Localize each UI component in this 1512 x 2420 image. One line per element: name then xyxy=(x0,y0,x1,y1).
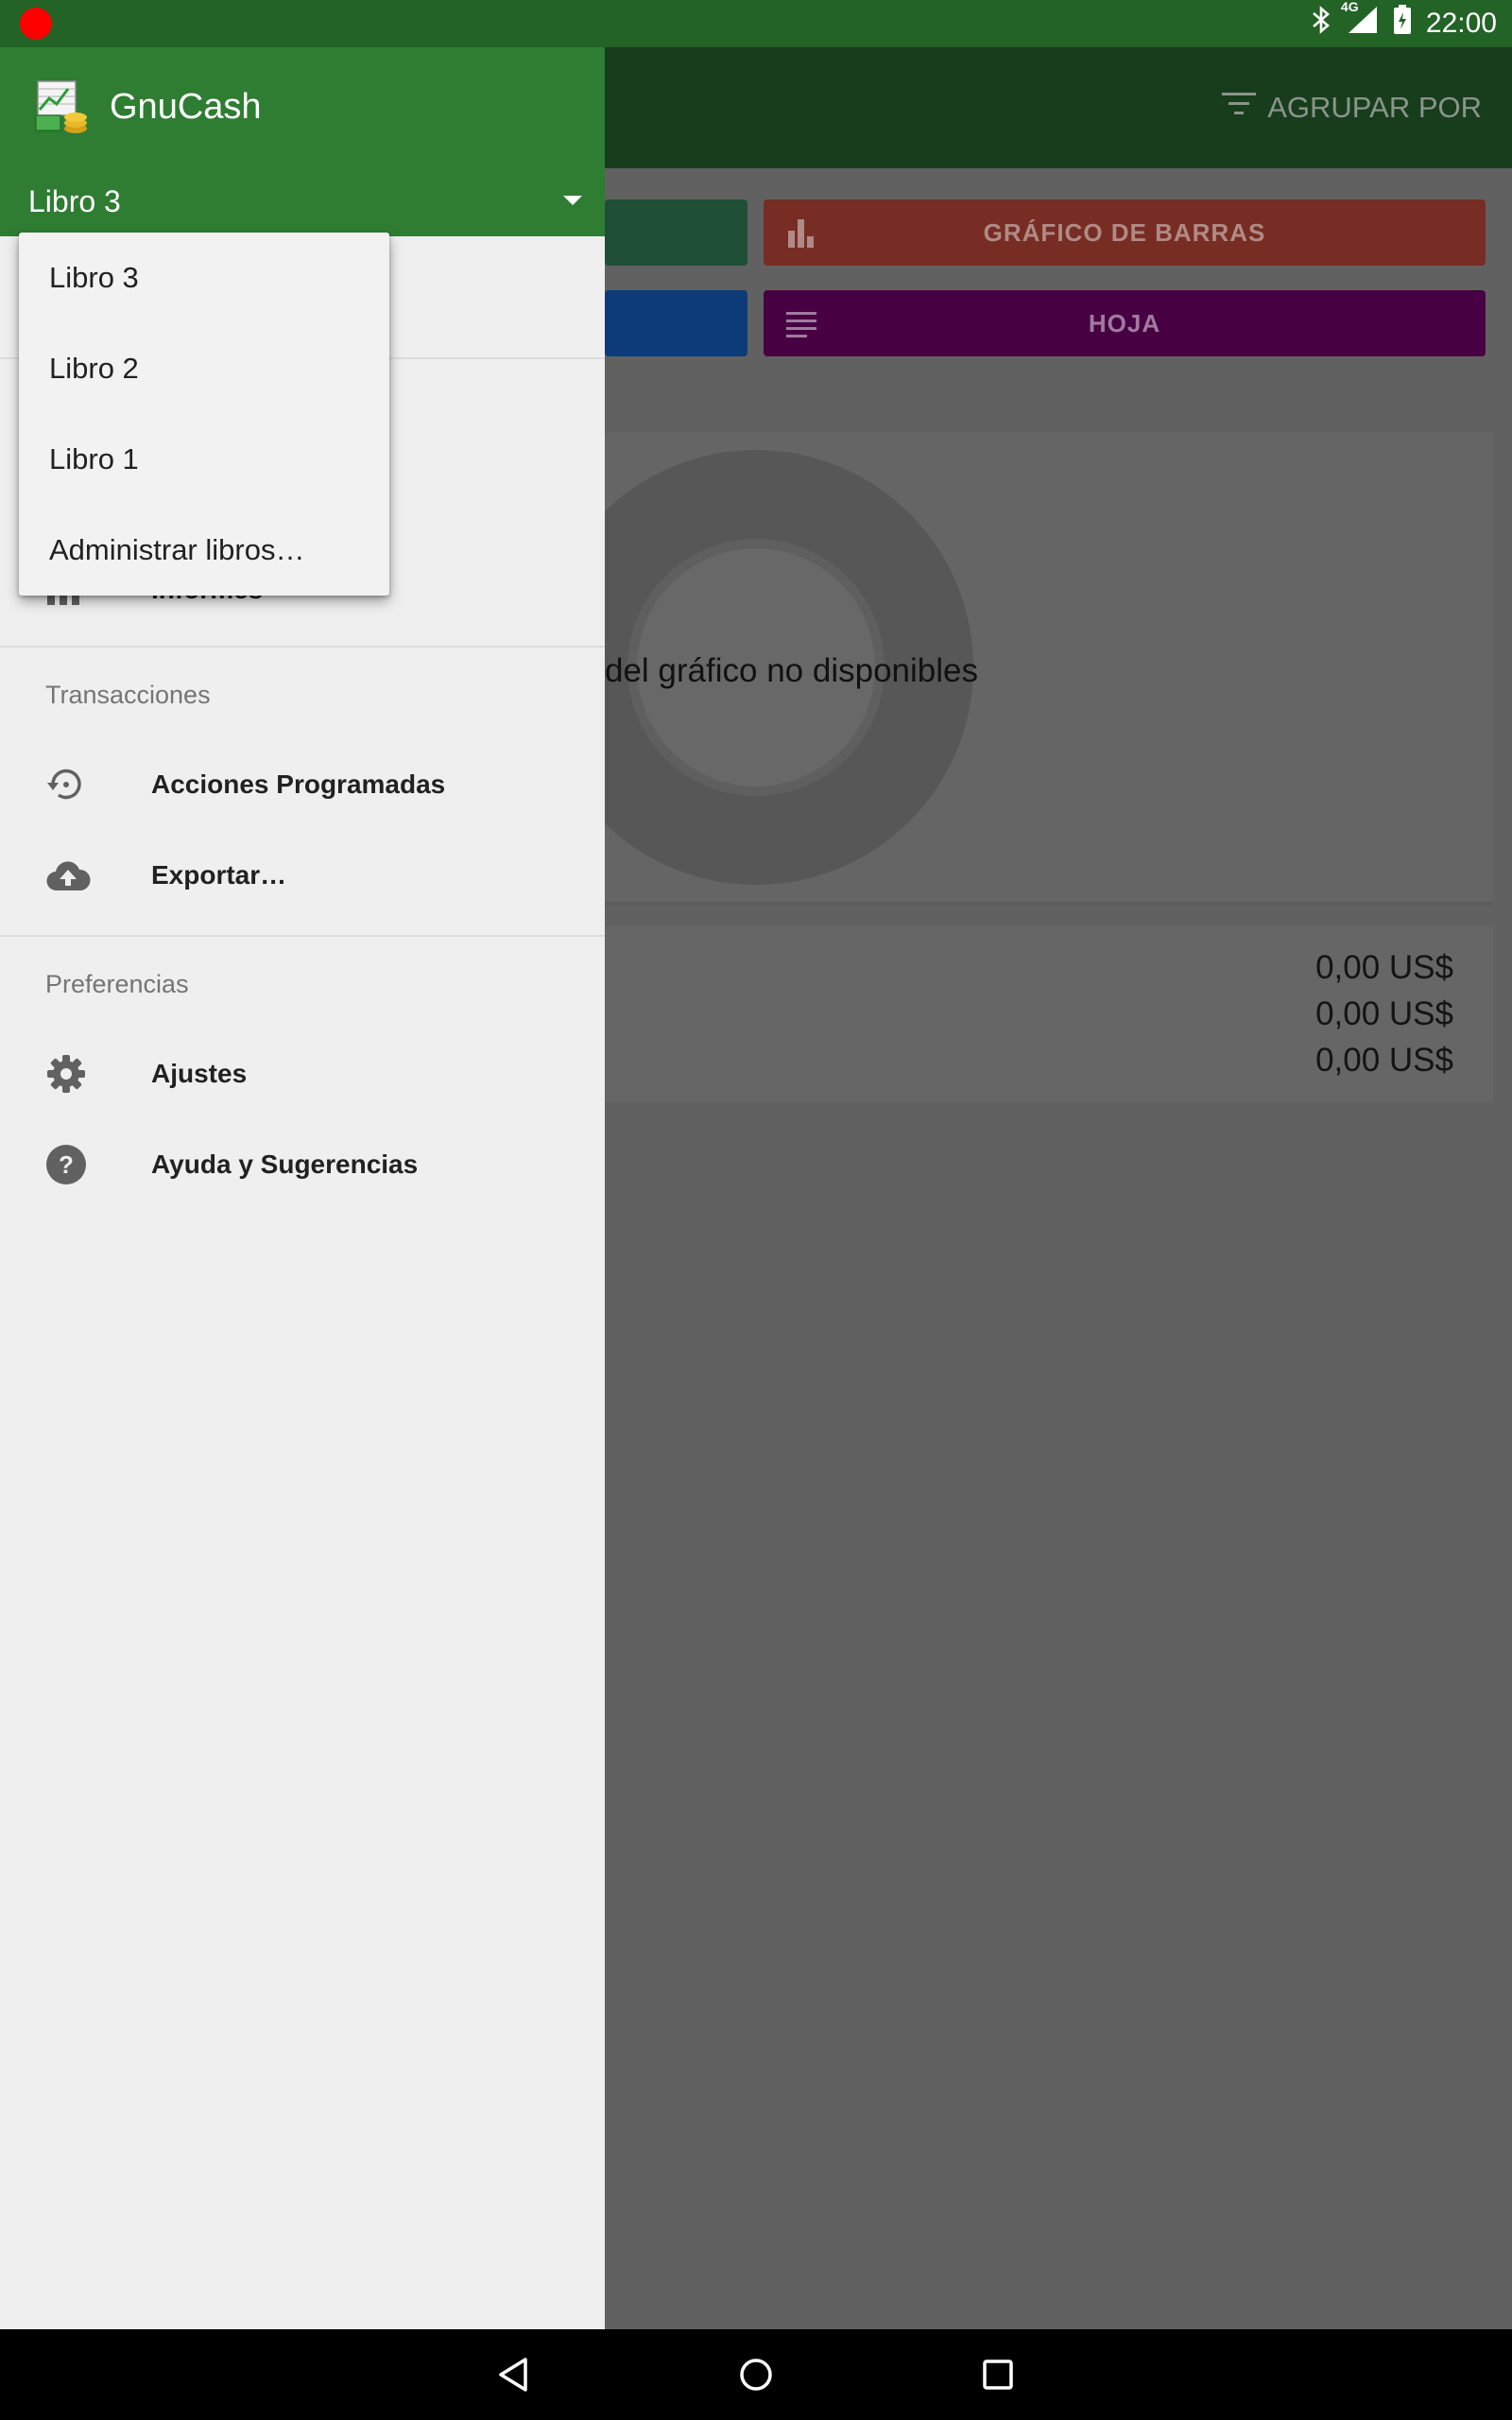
book-option-libro-3[interactable]: Libro 3 xyxy=(19,233,389,323)
recents-icon xyxy=(983,2360,1013,2390)
bar-chart-tile[interactable]: GRÁFICO DE BARRAS xyxy=(764,199,1486,266)
cell-signal-icon: 4G xyxy=(1341,0,1379,43)
drawer-item-settings[interactable]: Ajustes xyxy=(0,1028,605,1119)
status-bar: 4G 22:00 xyxy=(0,0,1512,47)
app-toolbar: AGRUPAR POR xyxy=(605,47,1512,168)
book-option-libro-1[interactable]: Libro 1 xyxy=(19,414,389,505)
drawer-item-label: Exportar… xyxy=(151,860,287,890)
back-button[interactable] xyxy=(469,2329,559,2420)
sheet-tile-label: HOJA xyxy=(1088,308,1161,337)
filter-icon xyxy=(1220,90,1258,126)
app-title: GnuCash xyxy=(110,87,262,127)
totals-card: 0,00 US$ 0,00 US$ 0,00 US$ xyxy=(605,926,1493,1102)
recents-button[interactable] xyxy=(953,2329,1043,2420)
section-header-preferences: Preferencias xyxy=(45,970,189,998)
battery-charging-icon xyxy=(1392,4,1413,43)
back-icon xyxy=(499,2358,527,2392)
manage-books-option[interactable]: Administrar libros… xyxy=(19,505,389,596)
drawer-item-label: Ajustes xyxy=(151,1059,248,1088)
total-value: 0,00 US$ xyxy=(1315,949,1453,986)
book-dropdown-menu: Libro 3 Libro 2 Libro 1 Administrar libr… xyxy=(19,233,389,596)
group-by-button[interactable]: AGRUPAR POR xyxy=(1220,47,1482,168)
drawer-item-scheduled-actions[interactable]: Acciones Programadas xyxy=(0,739,605,830)
drawer-item-label: Ayuda y Sugerencias xyxy=(151,1150,419,1179)
book-selector-label[interactable]: Libro 3 xyxy=(28,184,121,219)
pie-chart-tile[interactable] xyxy=(605,199,747,266)
sheet-icon xyxy=(764,309,839,337)
system-navigation-bar xyxy=(0,2329,1512,2420)
section-header-transactions: Transacciones xyxy=(45,681,211,709)
drawer-item-label: Acciones Programadas xyxy=(151,769,446,799)
group-by-label: AGRUPAR POR xyxy=(1267,91,1482,124)
divider xyxy=(0,935,605,937)
gnucash-logo-icon xyxy=(34,79,91,136)
bar-chart-tile-label: GRÁFICO DE BARRAS xyxy=(983,217,1266,247)
drawer-item-export[interactable]: Exportar… xyxy=(0,830,605,921)
cloud-upload-icon xyxy=(0,858,151,892)
gear-icon xyxy=(0,1053,151,1095)
total-value: 0,00 US$ xyxy=(1315,1042,1453,1079)
recording-dot-icon xyxy=(20,8,52,40)
line-chart-tile[interactable] xyxy=(605,290,747,356)
help-icon: ? xyxy=(0,1144,151,1185)
divider xyxy=(0,646,605,648)
book-option-libro-2[interactable]: Libro 2 xyxy=(19,323,389,414)
bar-chart-icon xyxy=(764,217,839,248)
chart-unavailable-message: del gráfico no disponibles xyxy=(605,652,978,689)
scheduled-history-icon xyxy=(0,766,151,804)
total-value: 0,00 US$ xyxy=(1315,995,1453,1032)
sheet-tile[interactable]: HOJA xyxy=(764,290,1486,356)
home-button[interactable] xyxy=(711,2329,801,2420)
home-icon xyxy=(740,2359,772,2391)
dropdown-arrow-icon[interactable] xyxy=(563,196,582,205)
clock: 22:00 xyxy=(1425,8,1497,39)
drawer-item-help[interactable]: ? Ayuda y Sugerencias xyxy=(0,1119,605,1210)
svg-text:?: ? xyxy=(59,1150,74,1179)
bluetooth-icon xyxy=(1311,5,1332,43)
